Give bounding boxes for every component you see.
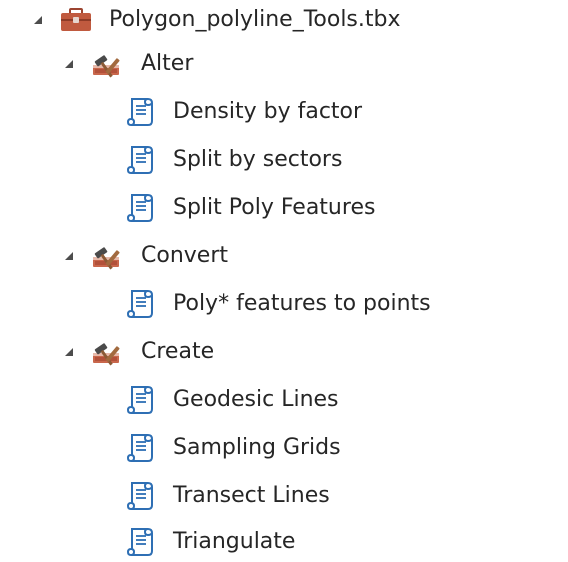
tool-name: Transect Lines xyxy=(173,483,330,508)
tool-name: Poly* features to points xyxy=(173,291,431,316)
tree-node-tool[interactable]: Sampling Grids xyxy=(0,428,568,468)
toolbox-icon xyxy=(58,4,94,36)
tree-node-toolset-create[interactable]: Create xyxy=(0,332,568,372)
catalog-tree: Polygon_polyline_Tools.tbx Alter Density… xyxy=(0,0,568,562)
tool-name: Geodesic Lines xyxy=(173,387,339,412)
tree-node-tool[interactable]: Split by sectors xyxy=(0,140,568,180)
tree-node-tool[interactable]: Transect Lines xyxy=(0,476,568,516)
script-tool-icon xyxy=(122,480,158,512)
toolbox-name: Polygon_polyline_Tools.tbx xyxy=(109,7,401,32)
tree-node-toolset-convert[interactable]: Convert xyxy=(0,236,568,276)
toolset-name: Convert xyxy=(141,243,228,268)
tool-name: Density by factor xyxy=(173,99,363,124)
toolset-icon xyxy=(90,336,126,368)
script-tool-icon xyxy=(122,96,158,128)
tool-name: Triangulate xyxy=(173,529,296,554)
tree-node-tool[interactable]: Density by factor xyxy=(0,92,568,132)
toolset-name: Create xyxy=(141,339,215,364)
toolset-icon xyxy=(90,48,126,80)
tool-name: Split Poly Features xyxy=(173,195,376,220)
tree-node-tool[interactable]: Geodesic Lines xyxy=(0,380,568,420)
tree-node-tool[interactable]: Poly* features to points xyxy=(0,284,568,324)
collapse-toolset-icon[interactable] xyxy=(61,248,77,264)
script-tool-icon xyxy=(122,384,158,416)
collapse-toolset-icon[interactable] xyxy=(61,344,77,360)
tool-name: Split by sectors xyxy=(173,147,343,172)
tool-name: Sampling Grids xyxy=(173,435,341,460)
script-tool-icon xyxy=(122,432,158,464)
script-tool-icon xyxy=(122,192,158,224)
tree-node-toolbox[interactable]: Polygon_polyline_Tools.tbx xyxy=(0,0,568,40)
tree-node-toolset-alter[interactable]: Alter xyxy=(0,44,568,84)
tree-node-tool[interactable]: Triangulate xyxy=(0,522,568,562)
script-tool-icon xyxy=(122,288,158,320)
script-tool-icon xyxy=(122,144,158,176)
tree-node-tool[interactable]: Split Poly Features xyxy=(0,188,568,228)
script-tool-icon xyxy=(122,526,158,558)
toolset-icon xyxy=(90,240,126,272)
toolset-name: Alter xyxy=(141,51,194,76)
collapse-toolbox-icon[interactable] xyxy=(30,12,46,28)
collapse-toolset-icon[interactable] xyxy=(61,56,77,72)
